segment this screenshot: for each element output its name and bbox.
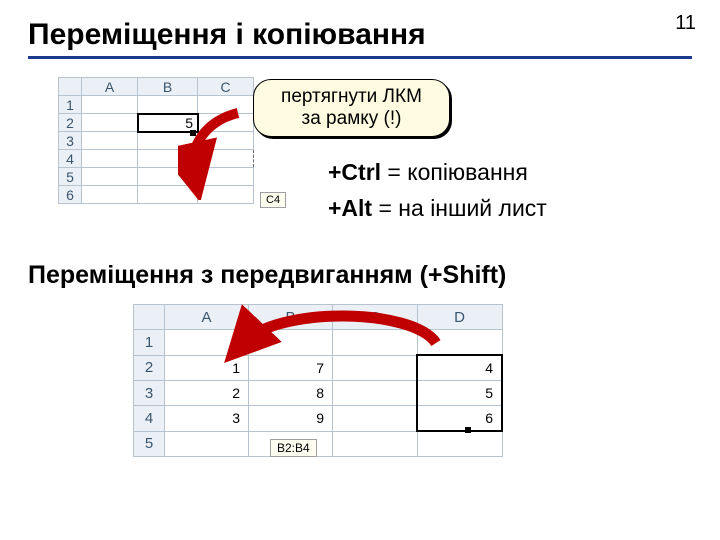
row-header-1: 1 [59, 96, 82, 114]
row2-header-4: 4 [134, 406, 165, 432]
cell-C4-target [198, 150, 254, 168]
note-ctrl-rest: = копіювання [381, 159, 528, 185]
page-title: Переміщення і копіювання [28, 18, 692, 52]
note-alt: +Alt = на інший лист [328, 191, 547, 227]
fill-handle [190, 130, 196, 136]
row-header-3: 3 [59, 132, 82, 150]
col2-header-D: D [417, 305, 502, 330]
keyboard-notes: +Ctrl = копіювання +Alt = на інший лист [328, 155, 547, 226]
col2-header-C: C [333, 305, 418, 330]
fill-handle-2 [465, 427, 471, 433]
cell2-A3: 2 [165, 381, 249, 406]
select-all-corner [59, 78, 82, 96]
col-header-B: B [138, 78, 198, 96]
page-number: 11 [675, 12, 696, 35]
drag-tooltip-top: C4 [260, 192, 286, 208]
note-ctrl: +Ctrl = копіювання [328, 155, 547, 191]
row2-header-2: 2 [134, 355, 165, 381]
spreadsheet-grid-top: A B C 1 2 5 3 4 [58, 77, 254, 204]
cell2-A2: 1 [165, 355, 249, 381]
cell2-B4: 9 [249, 406, 333, 432]
spreadsheet-grid-bottom: A B C D 1 2 1 7 4 3 2 8 5 [133, 304, 503, 457]
callout-line2: за рамку (!) [302, 108, 402, 129]
row-header-2: 2 [59, 114, 82, 132]
cell2-D4: 6 [417, 406, 502, 432]
row-header-4: 4 [59, 150, 82, 168]
cell-B2: 5 [138, 114, 198, 132]
row-header-6: 6 [59, 186, 82, 204]
note-alt-rest: = на інший лист [372, 195, 547, 221]
row2-header-5: 5 [134, 431, 165, 457]
row2-header-1: 1 [134, 330, 165, 356]
cell2-B2: 7 [249, 355, 333, 381]
row2-header-3: 3 [134, 381, 165, 406]
note-ctrl-key: +Ctrl [328, 159, 381, 185]
cell2-D2: 4 [417, 355, 502, 381]
col-header-A: A [82, 78, 138, 96]
row-header-5: 5 [59, 168, 82, 186]
cell2-A4: 3 [165, 406, 249, 432]
callout-bubble: пертягнути ЛКМ за рамку (!) [253, 79, 450, 137]
select-all-corner-2 [134, 305, 165, 330]
callout-line1: пертягнути ЛКМ [281, 86, 422, 107]
note-alt-key: +Alt [328, 195, 372, 221]
cell2-D3: 5 [417, 381, 502, 406]
col-header-C: C [198, 78, 254, 96]
title-underline [28, 56, 692, 59]
cell2-B3: 8 [249, 381, 333, 406]
col2-header-B: B [249, 305, 333, 330]
col2-header-A: A [165, 305, 249, 330]
drag-tooltip-bottom: B2:B4 [270, 439, 317, 457]
section-subtitle: Переміщення з передвиганням (+Shift) [28, 261, 692, 290]
